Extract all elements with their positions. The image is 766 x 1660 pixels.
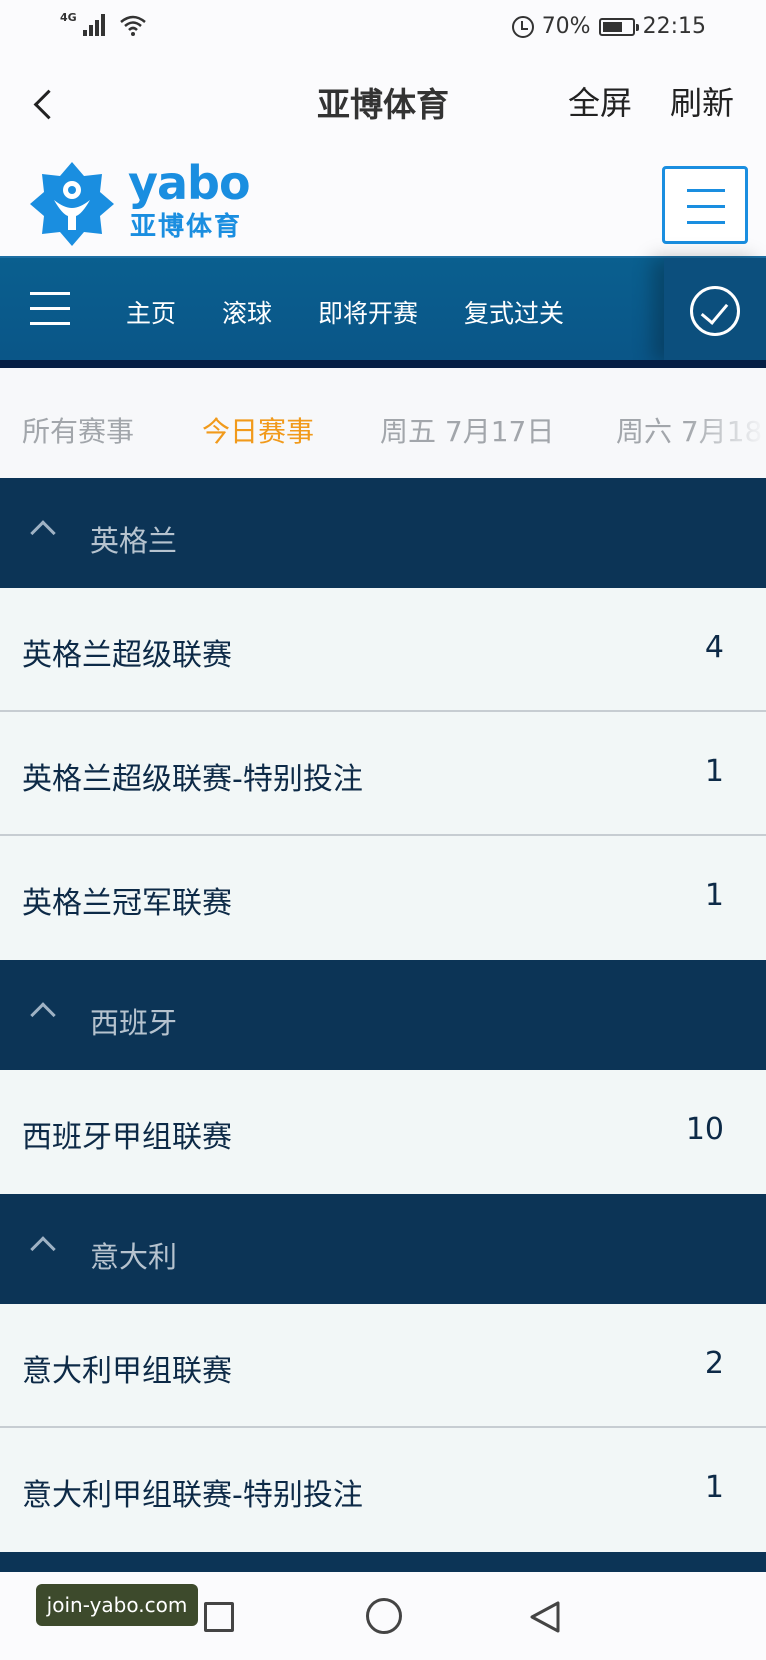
- league-count: 1: [704, 1470, 724, 1505]
- recents-square-icon[interactable]: [204, 1602, 234, 1632]
- group-title: 西班牙: [90, 1006, 178, 1040]
- page-title: 亚博体育: [317, 85, 449, 124]
- nav-item-inplay[interactable]: 滚球: [222, 294, 272, 330]
- group-header-england[interactable]: 英格兰: [0, 478, 766, 588]
- league-name: 英格兰超级联赛: [22, 638, 232, 673]
- group-title: 意大利: [90, 1240, 178, 1274]
- status-left: 4G: [60, 11, 147, 36]
- nav-item-parlay[interactable]: 复式过关: [464, 294, 564, 330]
- league-row[interactable]: 西班牙甲组联赛 10: [0, 1070, 766, 1194]
- group-header-italy[interactable]: 意大利: [0, 1194, 766, 1304]
- back-triangle-icon[interactable]: [528, 1600, 562, 1634]
- app-bar: 亚博体育 全屏 刷新: [0, 58, 766, 158]
- league-name: 意大利甲组联赛-特别投注: [22, 1478, 363, 1513]
- group-title: 英格兰: [90, 524, 178, 558]
- tab-all-events[interactable]: 所有赛事: [22, 410, 134, 450]
- league-count: 1: [704, 754, 724, 789]
- league-row[interactable]: 英格兰冠军联赛 1: [0, 836, 766, 960]
- league-row[interactable]: 意大利甲组联赛 2: [0, 1304, 766, 1428]
- league-row[interactable]: 英格兰超级联赛-特别投注 1: [0, 712, 766, 836]
- sports-nav-bar: 主页 滚球 即将开赛 复式过关: [0, 256, 766, 368]
- watermark-label: join-yabo.com: [36, 1584, 198, 1626]
- league-row[interactable]: 意大利甲组联赛-特别投注 1: [0, 1428, 766, 1552]
- league-count: 2: [704, 1346, 724, 1381]
- chevron-up-icon: [30, 520, 56, 546]
- logo-text-en: yabo: [128, 156, 251, 210]
- league-list: 英格兰 英格兰超级联赛 4 英格兰超级联赛-特别投注 1 英格兰冠军联赛 1 西…: [0, 478, 766, 1592]
- tab-friday[interactable]: 周五 7月17日: [380, 410, 554, 450]
- network-type-label: 4G: [60, 11, 77, 24]
- clock: 22:15: [642, 14, 706, 39]
- signal-icon: [82, 14, 105, 36]
- alarm-icon: [511, 15, 534, 38]
- logo-text-cn: 亚博体育: [130, 212, 243, 242]
- league-name: 英格兰冠军联赛: [22, 886, 232, 921]
- nav-hamburger-icon[interactable]: [30, 290, 72, 326]
- status-bar: 4G 70% 22:15: [0, 0, 766, 58]
- battery-fill: [602, 21, 623, 32]
- logo-badge-icon: [30, 162, 114, 246]
- back-button[interactable]: [28, 76, 68, 136]
- battery-icon: [598, 17, 639, 36]
- date-tabs: 所有赛事 今日赛事 周五 7月17日 周六 7月18日: [0, 368, 766, 478]
- chevron-up-icon: [30, 1002, 56, 1028]
- status-right: 70% 22:15: [511, 14, 706, 39]
- tab-today-events[interactable]: 今日赛事: [202, 410, 314, 450]
- nav-item-home[interactable]: 主页: [126, 294, 176, 330]
- group-header-spain[interactable]: 西班牙: [0, 960, 766, 1070]
- league-count: 4: [704, 630, 724, 665]
- league-name: 意大利甲组联赛: [22, 1354, 232, 1389]
- home-circle-icon[interactable]: [366, 1598, 402, 1634]
- refresh-button[interactable]: 刷新: [670, 78, 734, 124]
- menu-icon: [687, 189, 725, 192]
- battery-percent: 70%: [541, 14, 591, 39]
- yabo-logo[interactable]: yabo 亚博体育: [28, 156, 251, 248]
- league-name: 西班牙甲组联赛: [22, 1120, 232, 1155]
- chevron-up-icon: [30, 1236, 56, 1262]
- brand-header: yabo 亚博体育: [0, 156, 766, 256]
- league-count: 1: [704, 878, 724, 913]
- check-circle-icon: [690, 286, 740, 336]
- nav-item-upcoming[interactable]: 即将开赛: [318, 294, 418, 330]
- menu-button[interactable]: [662, 166, 748, 244]
- league-row[interactable]: 英格兰超级联赛 4: [0, 588, 766, 712]
- league-name: 英格兰超级联赛-特别投注: [22, 762, 363, 797]
- tabs-fade: [686, 368, 766, 478]
- league-count: 10: [685, 1112, 724, 1147]
- bet-slip-button[interactable]: [664, 258, 766, 362]
- fullscreen-button[interactable]: 全屏: [568, 78, 632, 124]
- wifi-icon: [119, 15, 146, 36]
